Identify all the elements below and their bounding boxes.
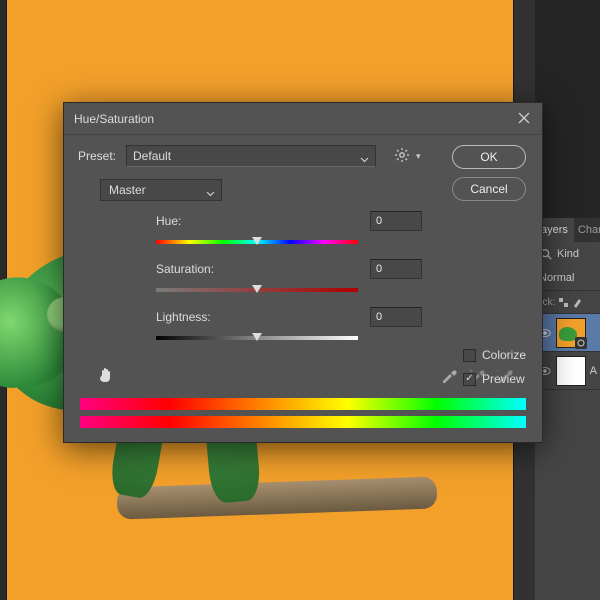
input-spectrum — [80, 398, 526, 410]
ok-button[interactable]: OK — [452, 145, 526, 169]
layer-row-adjustment[interactable] — [535, 314, 600, 352]
lightness-label[interactable]: Lightness: — [156, 310, 240, 324]
lock-pixels-icon[interactable] — [558, 297, 569, 308]
dialog-titlebar[interactable]: Hue/Saturation — [64, 103, 542, 135]
layer-thumbnail — [556, 356, 586, 386]
hue-label[interactable]: Hue: — [156, 214, 240, 228]
hue-saturation-dialog: Hue/Saturation Preset: Default ▾ OK Canc… — [63, 102, 543, 443]
slider-thumb[interactable] — [252, 333, 262, 341]
adjustment-badge-icon — [575, 337, 587, 349]
preset-menu-button[interactable] — [386, 147, 410, 166]
saturation-input[interactable]: 0 — [370, 259, 422, 279]
saturation-label[interactable]: Saturation: — [156, 262, 240, 276]
preset-label: Preset: — [78, 149, 116, 163]
slider-thumb[interactable] — [252, 285, 262, 293]
lightness-slider[interactable] — [156, 333, 358, 343]
gear-icon — [394, 147, 410, 163]
channel-value: Master — [109, 183, 146, 197]
lightness-input[interactable]: 0 — [370, 307, 422, 327]
layers-panel: ayers Chan Kind Normal ock: A — [535, 218, 600, 600]
dialog-title: Hue/Saturation — [74, 112, 518, 126]
brush-icon[interactable] — [572, 297, 583, 308]
preset-value: Default — [133, 149, 171, 163]
layer-filter-label: Kind — [557, 248, 579, 260]
layer-locks-row: ock: — [535, 290, 600, 314]
colorize-checkbox[interactable] — [463, 349, 476, 362]
gear-menu-caret: ▾ — [416, 151, 421, 162]
close-button[interactable] — [518, 112, 532, 126]
eyedropper-button[interactable] — [440, 366, 458, 387]
eyedropper-icon — [440, 366, 458, 384]
cancel-button[interactable]: Cancel — [452, 177, 526, 201]
layer-filter-row[interactable]: Kind — [535, 242, 600, 266]
targeted-adjustment-button[interactable] — [96, 365, 116, 388]
preview-checkbox[interactable] — [463, 373, 476, 386]
hand-icon — [96, 365, 116, 385]
layer-thumbnail — [556, 318, 586, 348]
blend-mode-dropdown[interactable]: Normal — [535, 266, 600, 290]
output-spectrum — [80, 416, 526, 428]
saturation-slider[interactable] — [156, 285, 358, 295]
colorize-label: Colorize — [482, 348, 526, 362]
preset-dropdown[interactable]: Default — [126, 145, 376, 167]
close-icon — [518, 112, 530, 124]
chevron-down-icon — [360, 153, 369, 167]
hue-slider[interactable] — [156, 237, 358, 247]
layer-label-suffix: A — [590, 365, 597, 377]
slider-thumb[interactable] — [252, 237, 262, 245]
channel-dropdown[interactable]: Master — [100, 179, 222, 201]
layer-row-background[interactable]: A — [535, 352, 600, 390]
hue-input[interactable]: 0 — [370, 211, 422, 231]
chevron-down-icon — [206, 187, 215, 201]
blend-mode-value: Normal — [539, 272, 574, 284]
preview-label: Preview — [482, 372, 525, 386]
tab-channels[interactable]: Chan — [574, 224, 600, 236]
